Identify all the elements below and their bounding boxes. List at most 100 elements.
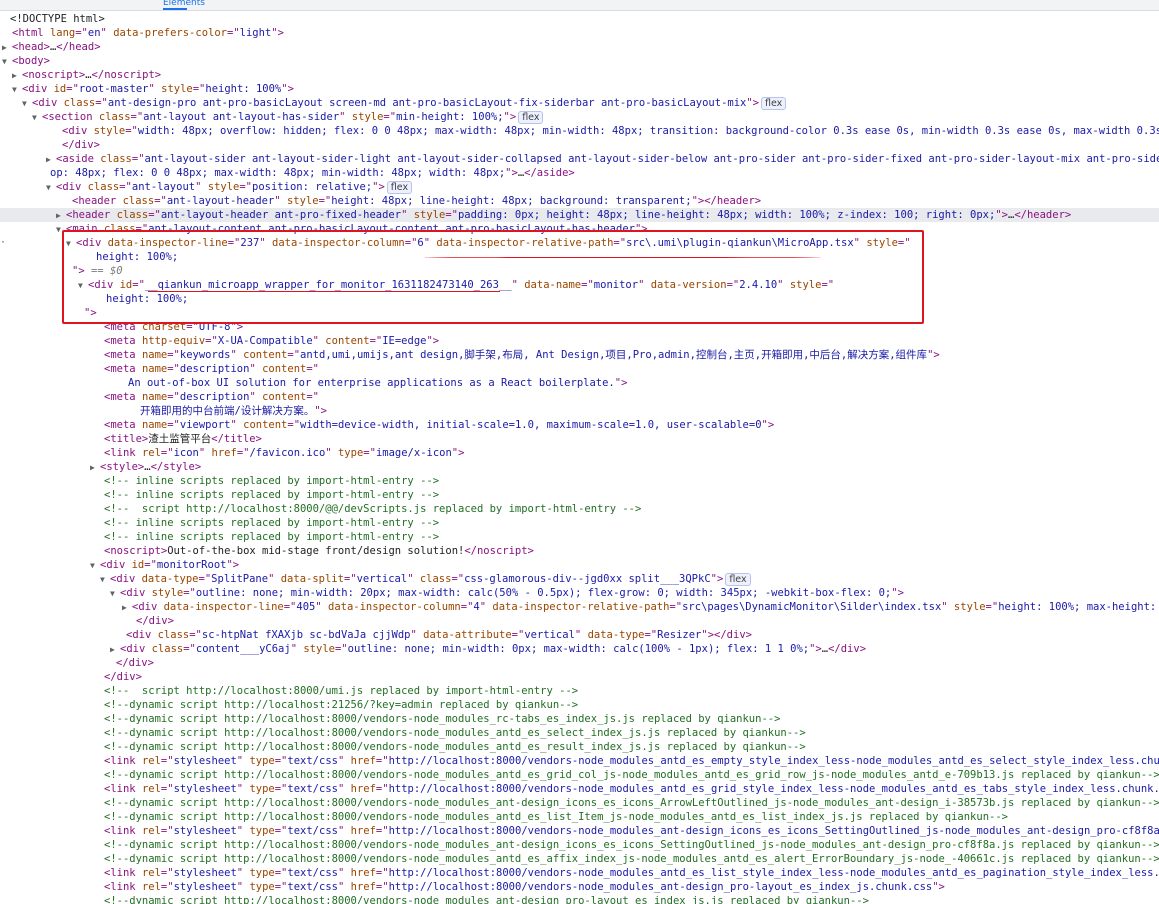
- dom-node-line[interactable]: <link rel="stylesheet" type="text/css" h…: [0, 866, 1159, 880]
- dom-node-line[interactable]: ▼ <div style="outline: none; min-width: 2…: [0, 586, 1159, 600]
- dom-node-line[interactable]: 开箱即用的中台前端/设计解决方案。">: [0, 404, 1159, 418]
- dom-node-line[interactable]: <!-- inline scripts replaced by import-h…: [0, 516, 1159, 530]
- collapsed-triangle-icon[interactable]: ▶: [2, 41, 12, 54]
- dom-node-line[interactable]: An out-of-box UI solution for enterprise…: [0, 376, 1159, 390]
- token-tag: <meta: [104, 419, 142, 431]
- dom-node-line[interactable]: <meta charset="UTF-8">: [0, 320, 1159, 334]
- token-av: IE=edge: [382, 335, 427, 347]
- dom-node-line[interactable]: <!--dynamic script http://localhost:8000…: [0, 796, 1159, 810]
- dom-node-line[interactable]: ▶ <head>…</head>: [0, 40, 1159, 54]
- dom-node-line[interactable]: <link rel="stylesheet" type="text/css" h…: [0, 754, 1159, 768]
- expanded-triangle-icon[interactable]: ▼: [46, 181, 56, 194]
- token-tag: ": [195, 181, 208, 193]
- expanded-triangle-icon[interactable]: ▼: [100, 573, 110, 586]
- flex-badge[interactable]: flex: [386, 181, 413, 194]
- token-tag: ": [236, 755, 250, 767]
- dom-node-line[interactable]: <link rel="stylesheet" type="text/css" h…: [0, 782, 1159, 796]
- dom-node-line[interactable]: <meta http-equiv="X-UA-Compatible" conte…: [0, 334, 1159, 348]
- dom-node-line[interactable]: <html lang="en" data-prefers-color="ligh…: [0, 26, 1159, 40]
- dom-node-line[interactable]: <!-- inline scripts replaced by import-h…: [0, 474, 1159, 488]
- dom-node-line[interactable]: ▼ <div id="__qiankun_microapp_wrapper_for…: [0, 278, 1159, 292]
- expanded-triangle-icon[interactable]: ▼: [12, 83, 22, 96]
- dom-node-line[interactable]: ▼ <main class="ant-layout-content ant-pro…: [0, 222, 1159, 236]
- collapsed-triangle-icon[interactable]: ▶: [12, 69, 22, 82]
- dom-node-line[interactable]: <meta name="description" content=": [0, 362, 1159, 376]
- dom-node-line[interactable]: <!--dynamic script http://localhost:8000…: [0, 852, 1159, 866]
- dom-node-line[interactable]: ▼ <div data-inspector-line="237" data-ins…: [0, 236, 1159, 250]
- dom-node-line[interactable]: </div>: [0, 138, 1159, 152]
- dom-node-line[interactable]: ▼ <div id="root-master" style="height: 10…: [0, 82, 1159, 96]
- dom-node-line[interactable]: <!--dynamic script http://localhost:8000…: [0, 838, 1159, 852]
- token-tag: =": [283, 601, 297, 613]
- expanded-triangle-icon[interactable]: ▼: [78, 279, 88, 292]
- dom-node-line[interactable]: <div class="sc-htpNat fXAXjb sc-bdVaJa c…: [0, 628, 1159, 642]
- dom-node-line[interactable]: ▼ <div class="ant-layout" style="position…: [0, 180, 1159, 194]
- dom-node-line[interactable]: </div>: [0, 614, 1159, 628]
- expanded-triangle-icon[interactable]: ▼: [22, 97, 32, 110]
- dom-node-line[interactable]: ▼ <div id="monitorRoot">: [0, 558, 1159, 572]
- dom-node-line[interactable]: ">: [0, 306, 1159, 320]
- dom-node-line[interactable]: ▼ <section class="ant-layout ant-layout-h…: [0, 110, 1159, 124]
- dom-node-line[interactable]: <!--dynamic script http://localhost:8000…: [0, 726, 1159, 740]
- dom-node-line[interactable]: <!-- script http://localhost:8000/umi.js…: [0, 684, 1159, 698]
- dom-node-line[interactable]: height: 100%;: [0, 250, 1159, 264]
- dom-node-line[interactable]: <link rel="stylesheet" type="text/css" h…: [0, 880, 1159, 894]
- dom-node-line[interactable]: <noscript>Out-of-the-box mid-stage front…: [0, 544, 1159, 558]
- token-tag: <title>: [104, 433, 149, 445]
- dom-node-line[interactable]: <!-- script http://localhost:8000/@@/dev…: [0, 502, 1159, 516]
- dom-node-line[interactable]: ▼ <div class="ant-design-pro ant-pro-basi…: [0, 96, 1159, 110]
- dom-node-line[interactable]: <link rel="icon" href="/favicon.ico" typ…: [0, 446, 1159, 460]
- dom-node-line[interactable]: <!--dynamic script http://localhost:8000…: [0, 768, 1159, 782]
- collapsed-triangle-icon[interactable]: ▶: [90, 461, 100, 474]
- dom-node-line[interactable]: <link rel="stylesheet" type="text/css" h…: [0, 824, 1159, 838]
- token-av: icon: [173, 447, 199, 459]
- dom-node-line[interactable]: <!DOCTYPE html>: [0, 12, 1159, 26]
- dom-node-line[interactable]: ▶ <header class="ant-layout-header ant-pr…: [0, 208, 1159, 222]
- flex-badge[interactable]: flex: [761, 97, 787, 110]
- flex-badge[interactable]: flex: [518, 111, 544, 124]
- dom-node-line[interactable]: </div>: [0, 670, 1159, 684]
- collapsed-triangle-icon[interactable]: ▶: [46, 153, 56, 166]
- dom-node-line[interactable]: <meta name="description" content=": [0, 390, 1159, 404]
- dom-tree[interactable]: <!DOCTYPE html> <html lang="en" data-pref…: [0, 10, 1159, 904]
- dom-node-line[interactable]: <!-- inline scripts replaced by import-h…: [0, 530, 1159, 544]
- token-tag: </div>: [116, 657, 154, 669]
- token-tag: ": [777, 279, 790, 291]
- dom-node-line[interactable]: ▼ <body>: [0, 54, 1159, 68]
- expanded-triangle-icon[interactable]: ▼: [110, 587, 120, 600]
- dom-node-line[interactable]: ▼ <div data-type="SplitPane" data-split="…: [0, 572, 1159, 586]
- tab-elements[interactable]: Elements: [163, 0, 205, 8]
- dom-node-line[interactable]: <div style="width: 48px; overflow: hidde…: [0, 124, 1159, 138]
- expanded-triangle-icon[interactable]: ▼: [32, 111, 42, 124]
- dom-node-line[interactable]: <title>渣土监管平台</title>: [0, 432, 1159, 446]
- flex-badge[interactable]: flex: [725, 573, 751, 586]
- expanded-triangle-icon[interactable]: ▼: [56, 223, 66, 236]
- token-tag: <noscript>: [104, 545, 168, 557]
- expanded-triangle-icon[interactable]: ▼: [66, 237, 76, 250]
- dom-node-line[interactable]: ▶ <div class="content___yC6aj" style="out…: [0, 642, 1159, 656]
- dom-node-line[interactable]: height: 100%;: [0, 292, 1159, 306]
- dom-node-line[interactable]: <meta name="viewport" content="width=dev…: [0, 418, 1159, 432]
- dom-node-line[interactable]: <!--dynamic script http://localhost:8000…: [0, 894, 1159, 904]
- dom-node-line[interactable]: op: 48px; flex: 0 0 48px; max-width: 48p…: [0, 166, 1159, 180]
- dom-node-line[interactable]: <!--dynamic script http://localhost:8000…: [0, 712, 1159, 726]
- expanded-triangle-icon[interactable]: ▼: [90, 559, 100, 572]
- dom-node-line[interactable]: <meta name="keywords" content="antd,umi,…: [0, 348, 1159, 362]
- dom-node-line[interactable]: <!-- inline scripts replaced by import-h…: [0, 488, 1159, 502]
- dom-node-line[interactable]: <!--dynamic script http://localhost:8000…: [0, 810, 1159, 824]
- dom-node-line[interactable]: ▶ <style>…</style>: [0, 460, 1159, 474]
- expanded-triangle-icon[interactable]: ▼: [2, 55, 12, 68]
- dom-node-line[interactable]: ▶ <div data-inspector-line="405" data-ins…: [0, 600, 1159, 614]
- collapsed-triangle-icon[interactable]: ▶: [110, 643, 120, 656]
- dom-node-line[interactable]: <!--dynamic script http://localhost:2125…: [0, 698, 1159, 712]
- dom-node-line[interactable]: <!--dynamic script http://localhost:8000…: [0, 740, 1159, 754]
- dom-node-line[interactable]: ▶ <noscript>…</noscript>: [0, 68, 1159, 82]
- collapsed-triangle-icon[interactable]: ▶: [56, 209, 66, 222]
- collapsed-triangle-icon[interactable]: ▶: [122, 601, 132, 614]
- dom-node-line[interactable]: ▶ <aside class="ant-layout-sider ant-layo…: [0, 152, 1159, 166]
- dom-node-line[interactable]: </div>: [0, 656, 1159, 670]
- token-an: id: [131, 559, 145, 571]
- token-an: class: [122, 195, 155, 207]
- dom-node-line[interactable]: <header class="ant-layout-header" style=…: [0, 194, 1159, 208]
- dom-node-line[interactable]: "> == $0: [0, 264, 1159, 278]
